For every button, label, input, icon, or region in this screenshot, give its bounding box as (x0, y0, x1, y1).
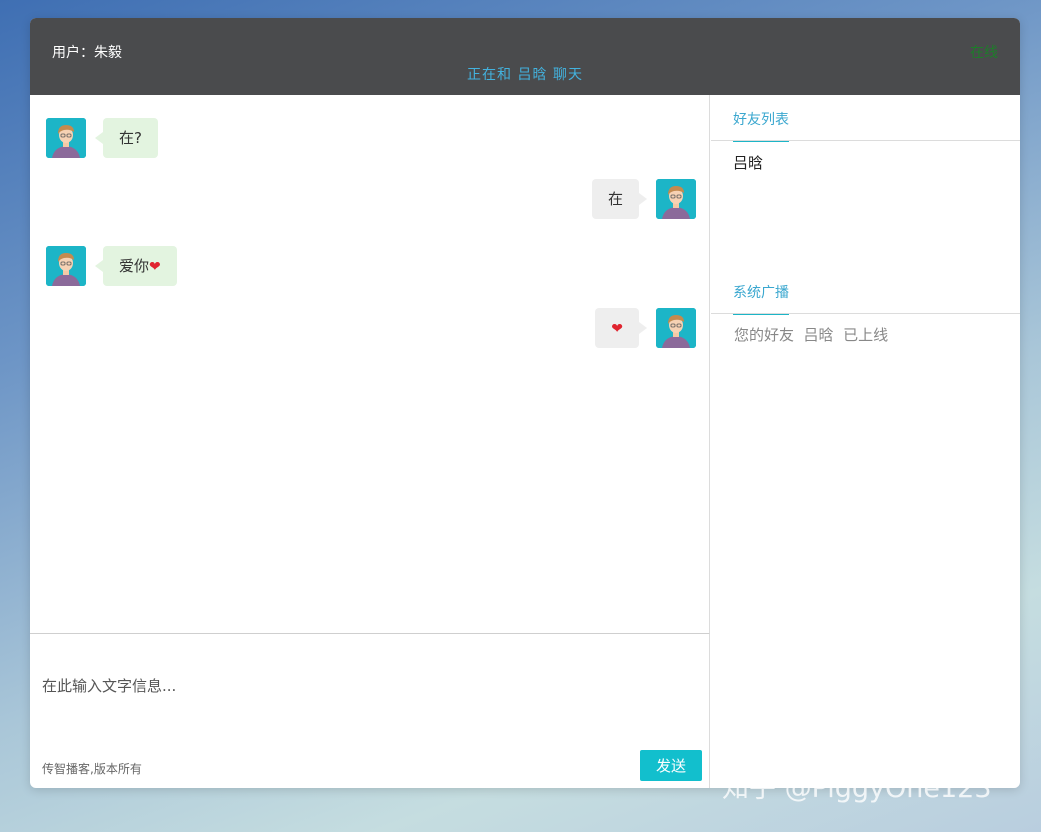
message-text: 爱你 (119, 257, 150, 275)
user-avatar-icon (656, 308, 696, 348)
user-avatar-icon (46, 246, 86, 286)
message-bubble: 在? (95, 118, 158, 158)
user-avatar-icon (46, 118, 86, 158)
chat-header: 用户：朱毅 正在和 吕晗 聊天 在线 (30, 18, 1020, 95)
message-list: 在? 在 爱你❤ ❤ (30, 95, 710, 633)
broadcast-title: 系统广播 (733, 282, 789, 315)
heart-emoji-icon: ❤ (149, 259, 161, 275)
chatting-with-label: 正在和 吕晗 聊天 (467, 67, 583, 83)
current-user-label: 用户：朱毅 (52, 45, 122, 61)
message-row: ❤ (556, 308, 696, 348)
divider (711, 140, 1020, 141)
online-status: 在线 (970, 45, 998, 61)
message-text: 在? (119, 129, 142, 147)
message-input[interactable] (42, 672, 692, 700)
chat-window: 用户：朱毅 正在和 吕晗 聊天 在线 在? 在 爱你❤ ❤ 在此输入文字信息..… (30, 18, 1020, 788)
heart-emoji-icon: ❤ (611, 321, 623, 337)
friends-list-title: 好友列表 (733, 109, 789, 142)
send-button[interactable]: 发送 (640, 750, 702, 781)
message-row: 在 (556, 179, 696, 219)
message-row: 在? (46, 118, 186, 158)
friend-list-item[interactable]: 吕晗 (733, 152, 763, 173)
message-bubble: 爱你❤ (95, 246, 177, 286)
message-bubble: 在 (591, 179, 648, 219)
divider (711, 313, 1020, 314)
sidebar: 好友列表 吕晗 系统广播 您的好友 吕晗 已上线 (711, 95, 1020, 788)
user-avatar-icon (656, 179, 696, 219)
watermark: 知乎 @PiggyOne123 (722, 773, 992, 804)
message-row: 爱你❤ (46, 246, 206, 286)
message-text: 在 (607, 190, 623, 208)
input-area: 传智播客,版本所有 发送 (30, 633, 710, 788)
broadcast-message: 您的好友 吕晗 已上线 (734, 326, 889, 344)
copyright-text: 传智播客,版本所有 (42, 762, 142, 776)
message-bubble: ❤ (595, 308, 647, 348)
